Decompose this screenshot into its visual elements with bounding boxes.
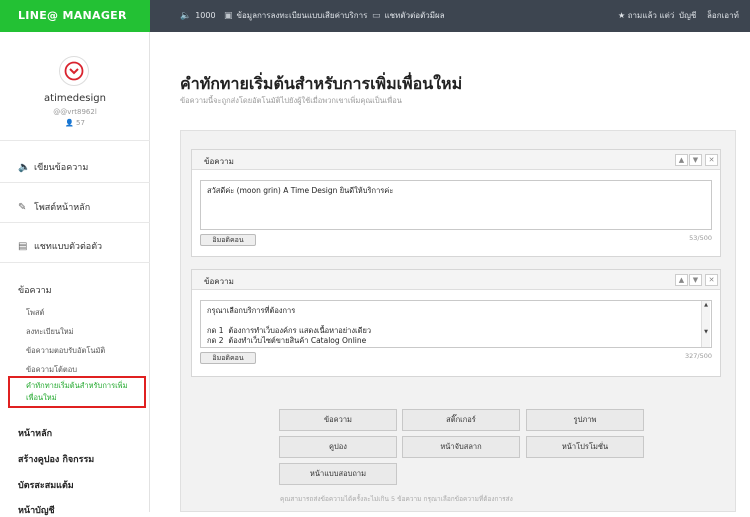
sidebar-item-write-message[interactable]: 🔈 เขียนข้อความ bbox=[18, 160, 88, 174]
message-panel: ข้อความ ▲ ▼ ✕ สวัสดีค่ะ (moon grin) A Ti… bbox=[180, 130, 736, 512]
sidebar-item-auto-reply[interactable]: ข้อความตอบรับอัตโนมัติ bbox=[26, 345, 105, 357]
speaker-icon: 🔈 bbox=[180, 11, 192, 21]
close-icon[interactable]: ✕ bbox=[705, 274, 718, 286]
profile: atimedesign @@vrt8962l 👤 57 bbox=[0, 32, 150, 140]
textarea-scrollbar[interactable]: ▲ ▼ bbox=[701, 301, 710, 347]
close-icon[interactable]: ✕ bbox=[705, 154, 718, 166]
message-textarea[interactable]: กรุณาเลือกบริการที่ต้องการ กด 1 ต้องการท… bbox=[200, 300, 712, 348]
divider bbox=[0, 222, 150, 223]
chat-icon: ▤ bbox=[18, 241, 28, 252]
friend-count-badge: 👤 57 bbox=[65, 119, 85, 127]
divider bbox=[0, 140, 150, 141]
message-header: ข้อความ ▲ ▼ ✕ bbox=[192, 270, 720, 290]
emoticon-button[interactable]: อิมอติคอน bbox=[200, 234, 256, 246]
move-down-icon[interactable]: ▼ bbox=[689, 274, 702, 286]
sidebar: atimedesign @@vrt8962l 👤 57 🔈 เขียนข้อควา… bbox=[0, 32, 150, 516]
account-id: @@vrt8962l bbox=[53, 108, 97, 116]
message-header: ข้อความ ▲ ▼ ✕ bbox=[192, 150, 720, 170]
sidebar-item-coupon[interactable]: สร้างคูปอง กิจกรรม bbox=[18, 452, 94, 466]
megaphone-icon: 🔈 bbox=[18, 162, 31, 173]
limit-note: คุณสามารถส่งข้อความได้ครั้งละไม่เกิน 5 ข… bbox=[280, 495, 513, 503]
chat-icon: ▭ bbox=[372, 11, 381, 21]
message-box: ข้อความ ▲ ▼ ✕ สวัสดีค่ะ (moon grin) A Ti… bbox=[191, 149, 721, 257]
message-box: ข้อความ ▲ ▼ ✕ กรุณาเลือกบริการที่ต้องการ… bbox=[191, 269, 721, 377]
char-counter: 327/500 bbox=[684, 352, 712, 360]
paid-registration-link[interactable]: ▣ ข้อมูลการลงทะเบียนแบบเสียค่าบริการ bbox=[224, 0, 367, 32]
person-icon: 👤 bbox=[65, 119, 77, 127]
sidebar-item-post[interactable]: โพสต์ bbox=[26, 307, 44, 319]
sidebar-item-one-on-one-chat[interactable]: ▤ แชทแบบตัวต่อตัว bbox=[18, 239, 102, 253]
page-subtitle: ข้อความนี้จะถูกส่งโดยอัตโนมัติไปยังผู้ใช… bbox=[180, 96, 402, 105]
add-lottery-button[interactable]: หน้าจับสลาก bbox=[402, 436, 520, 458]
scroll-up-icon[interactable]: ▲ bbox=[702, 301, 710, 310]
divider bbox=[0, 182, 150, 183]
add-text-button[interactable]: ข้อความ bbox=[279, 409, 397, 431]
edit-icon: ✎ bbox=[18, 202, 27, 213]
sidebar-section-message: ข้อความ bbox=[18, 286, 52, 296]
main-content: คำทักทายเริ่มต้นสำหรับการเพิ่มเพื่อนใหม่… bbox=[150, 32, 750, 512]
char-counter: 53/500 bbox=[689, 234, 712, 242]
chevron-down-icon bbox=[64, 61, 84, 81]
move-up-icon[interactable]: ▲ bbox=[675, 154, 688, 166]
add-image-button[interactable]: รูปภาพ bbox=[526, 409, 644, 431]
add-promotion-button[interactable]: หน้าโปรโมชั่น bbox=[526, 436, 644, 458]
message-textarea[interactable]: สวัสดีค่ะ (moon grin) A Time Design ยินด… bbox=[200, 180, 712, 230]
info-icon: ▣ bbox=[224, 11, 233, 21]
add-survey-button[interactable]: หน้าแบบสอบถาม bbox=[279, 463, 397, 485]
sidebar-item-account-page[interactable]: หน้าบัญชี bbox=[18, 503, 55, 517]
avatar[interactable] bbox=[59, 56, 89, 86]
divider bbox=[0, 262, 150, 263]
friend-count[interactable]: 🔈 1000 bbox=[180, 0, 216, 32]
account-name: atimedesign bbox=[44, 93, 106, 104]
emoticon-button[interactable]: อิมอติคอน bbox=[200, 352, 256, 364]
sidebar-item-interactive-message[interactable]: ข้อความโต้ตอบ bbox=[26, 364, 77, 376]
move-up-icon[interactable]: ▲ bbox=[675, 274, 688, 286]
page-title: คำทักทายเริ่มต้นสำหรับการเพิ่มเพื่อนใหม่ bbox=[180, 74, 463, 93]
app-logo[interactable]: LINE@ MANAGER bbox=[0, 0, 150, 32]
message-label: ข้อความ bbox=[204, 277, 234, 286]
sidebar-item-home[interactable]: หน้าหลัก bbox=[18, 426, 52, 440]
scroll-down-icon[interactable]: ▼ bbox=[702, 328, 710, 337]
account-link[interactable]: บัญชี bbox=[679, 0, 696, 32]
add-coupon-button[interactable]: คูปอง bbox=[279, 436, 397, 458]
logout-link[interactable]: ล็อกเอาท์ bbox=[707, 0, 739, 32]
chat-link[interactable]: ▭ แชทตัวต่อตัวมีผล bbox=[372, 0, 445, 32]
sidebar-item-home-post[interactable]: ✎ โพสต์หน้าหลัก bbox=[18, 200, 90, 214]
move-down-icon[interactable]: ▼ bbox=[689, 154, 702, 166]
sidebar-item-point-card[interactable]: บัตรสะสมแต้ม bbox=[18, 478, 74, 492]
highlight-box bbox=[8, 376, 146, 408]
favorite-link[interactable]: ★ ถามแล้ว แต่ว่ bbox=[618, 0, 674, 32]
message-label: ข้อความ bbox=[204, 157, 234, 166]
sidebar-item-new-registration[interactable]: ลงทะเบียนใหม่ bbox=[26, 326, 74, 338]
top-bar: LINE@ MANAGER 🔈 1000 ▣ ข้อมูลการลงทะเบียนแ… bbox=[0, 0, 750, 32]
add-sticker-button[interactable]: สติ๊กเกอร์ bbox=[402, 409, 520, 431]
